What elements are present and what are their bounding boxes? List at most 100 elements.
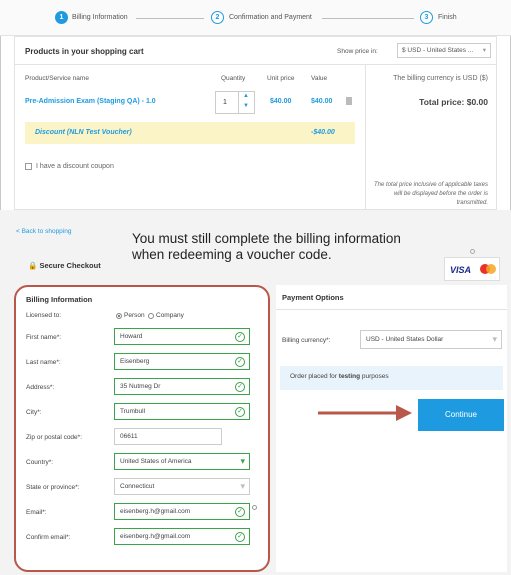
city-label: City*: bbox=[26, 409, 42, 416]
callout-line: when redeeming a voucher code. bbox=[132, 247, 332, 262]
divider bbox=[276, 309, 507, 310]
country-select[interactable]: United States of America ▾ bbox=[114, 453, 250, 470]
company-radio[interactable] bbox=[148, 313, 154, 319]
confirm-email-field[interactable]: eisenberg.h@gmail.com bbox=[114, 528, 250, 545]
callout-line: You must still complete the billing info… bbox=[132, 231, 401, 246]
trash-icon[interactable] bbox=[346, 97, 352, 105]
email-label: Email*: bbox=[26, 509, 47, 516]
payment-options-panel: Payment Options Billing currency*: USD -… bbox=[276, 285, 507, 572]
billing-title: Billing Information bbox=[26, 295, 93, 304]
zip-label: Zip or postal code*: bbox=[26, 434, 83, 441]
step-2-circle: 2 bbox=[211, 11, 224, 24]
first-name-label: First name*: bbox=[26, 334, 62, 341]
city-field[interactable]: Trumbull bbox=[114, 403, 250, 420]
confirm-email-label: Confirm email*: bbox=[26, 534, 71, 541]
decrement-icon[interactable]: ▼ bbox=[243, 103, 249, 109]
col-header-quantity: Quantity bbox=[221, 75, 246, 82]
tax-note: The total price inclusive of applicable … bbox=[338, 181, 488, 208]
company-label: Company bbox=[156, 312, 184, 319]
first-name-value: Howard bbox=[120, 333, 143, 340]
tax-note-line: transmitted. bbox=[456, 200, 488, 206]
city-value: Trumbull bbox=[120, 408, 146, 415]
address-label: Address*: bbox=[26, 384, 55, 391]
discount-value: -$40.00 bbox=[311, 129, 335, 136]
valid-check-icon: ✓ bbox=[235, 532, 245, 542]
testing-notice: Order placed for testing purposes bbox=[280, 366, 503, 390]
continue-button[interactable]: Continue bbox=[418, 399, 504, 431]
chevron-down-icon: ▾ bbox=[240, 456, 245, 466]
first-name-field[interactable]: Howard bbox=[114, 328, 250, 345]
state-select[interactable]: Connecticut ▾ bbox=[114, 478, 250, 495]
billing-currency-select[interactable]: USD - United States Dollar ▾ bbox=[360, 330, 502, 349]
billing-currency-note: The billing currency is USD ($) bbox=[393, 75, 488, 82]
address-field[interactable]: 35 Nutmeg Dr bbox=[114, 378, 250, 395]
arrow-right-icon bbox=[318, 405, 412, 421]
person-label: Person bbox=[124, 312, 145, 319]
col-header-unit-price: Unit price bbox=[267, 75, 295, 82]
testing-text: Order placed for bbox=[290, 373, 339, 380]
last-name-field[interactable]: Eisenberg bbox=[114, 353, 250, 370]
shopping-cart-panel: Products in your shopping cart Show pric… bbox=[14, 36, 497, 210]
zip-value: 06611 bbox=[120, 433, 138, 440]
step-divider bbox=[322, 18, 414, 19]
email-field[interactable]: eisenberg.h@gmail.com bbox=[114, 503, 250, 520]
show-price-label: Show price in: bbox=[337, 48, 378, 55]
step-2-label: Confirmation and Payment bbox=[229, 14, 312, 21]
progress-stepper: 1 Billing Information 2 Confirmation and… bbox=[0, 0, 511, 36]
discount-row: Discount (NLN Test Voucher) -$40.00 bbox=[25, 122, 355, 144]
step-3-label: Finish bbox=[438, 14, 457, 21]
testing-text-bold: testing bbox=[338, 373, 361, 380]
info-icon bbox=[470, 249, 475, 254]
step-1-circle: 1 bbox=[55, 11, 68, 24]
zip-field[interactable]: 06611 bbox=[114, 428, 222, 445]
last-name-value: Eisenberg bbox=[120, 358, 150, 365]
cart-title: Products in your shopping cart bbox=[25, 47, 144, 56]
testing-text: purposes bbox=[360, 373, 389, 380]
valid-check-icon: ✓ bbox=[235, 407, 245, 417]
secure-checkout-text: Secure Checkout bbox=[39, 261, 101, 270]
valid-check-icon: ✓ bbox=[235, 357, 245, 367]
state-label: State or province*: bbox=[26, 484, 80, 491]
billing-information-form: Billing Information Licensed to: Person … bbox=[14, 285, 270, 572]
step-3-circle: 3 bbox=[420, 11, 433, 24]
visa-logo: VISA bbox=[450, 265, 472, 275]
back-to-shopping-link[interactable]: < Back to shopping bbox=[16, 228, 71, 235]
callout-text: You must still complete the billing info… bbox=[132, 231, 401, 263]
product-link[interactable]: Pre-Admission Exam (Staging QA) - 1.0 bbox=[25, 98, 156, 105]
chevron-down-icon: ▾ bbox=[482, 47, 486, 54]
step-divider bbox=[136, 18, 204, 19]
info-icon[interactable] bbox=[252, 505, 257, 510]
country-label: Country*: bbox=[26, 459, 54, 466]
quantity-stepper[interactable]: 1 ▲ ▼ bbox=[215, 91, 255, 114]
discount-name: Discount (NLN Test Voucher) bbox=[35, 129, 132, 136]
card-logos: VISA bbox=[444, 257, 500, 281]
discount-coupon-label: I have a discount coupon bbox=[36, 163, 114, 170]
email-value: eisenberg.h@gmail.com bbox=[120, 508, 191, 515]
mastercard-logo bbox=[486, 264, 496, 274]
person-radio[interactable] bbox=[116, 313, 122, 319]
unit-price-value: $40.00 bbox=[270, 98, 292, 105]
currency-select-value: $ USD - United States ... bbox=[402, 47, 474, 54]
chevron-down-icon: ▾ bbox=[240, 481, 245, 491]
col-header-value: Value bbox=[311, 75, 328, 82]
currency-select[interactable]: $ USD - United States ... ▾ bbox=[397, 43, 491, 58]
last-name-label: Last name*: bbox=[26, 359, 61, 366]
address-value: 35 Nutmeg Dr bbox=[120, 383, 161, 390]
discount-coupon-checkbox[interactable] bbox=[25, 163, 32, 170]
value-amount: $40.00 bbox=[311, 98, 333, 105]
billing-currency-value: USD - United States Dollar bbox=[366, 336, 444, 343]
tax-note-line: The total price inclusive of applicable … bbox=[373, 182, 488, 188]
valid-check-icon: ✓ bbox=[235, 332, 245, 342]
divider bbox=[15, 64, 496, 65]
confirm-email-value: eisenberg.h@gmail.com bbox=[120, 533, 191, 540]
chevron-down-icon: ▾ bbox=[492, 334, 497, 344]
total-price: Total price: $0.00 bbox=[419, 97, 488, 107]
step-1-label: Billing Information bbox=[72, 14, 128, 21]
secure-checkout-label: 🔒 Secure Checkout bbox=[28, 261, 101, 270]
increment-icon[interactable]: ▲ bbox=[243, 93, 249, 99]
state-value: Connecticut bbox=[120, 483, 155, 490]
country-value: United States of America bbox=[120, 458, 192, 465]
col-header-name: Product/Service name bbox=[25, 75, 89, 82]
divider bbox=[238, 92, 239, 113]
payment-title: Payment Options bbox=[282, 293, 344, 302]
